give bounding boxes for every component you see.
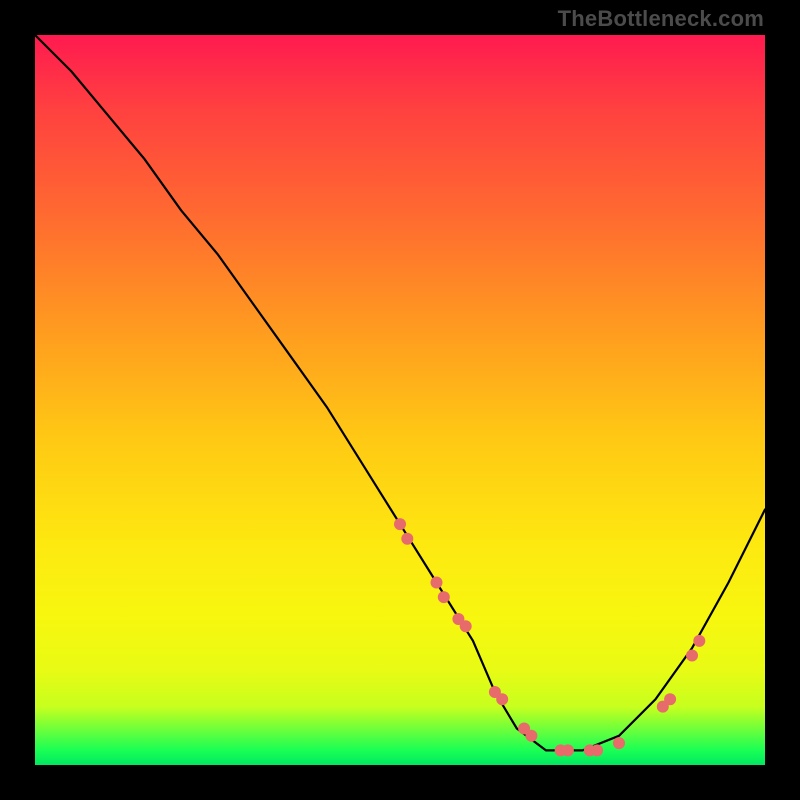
marker-point [591,744,603,756]
marker-point [431,577,443,589]
marker-point [394,518,406,530]
marker-point [562,744,574,756]
marker-point [693,635,705,647]
marker-point [401,533,413,545]
marker-point [686,650,698,662]
marker-point [525,730,537,742]
highlight-points [394,518,705,756]
marker-point [460,620,472,632]
chart-svg [35,35,765,765]
bottleneck-curve [35,35,765,750]
marker-point [613,737,625,749]
watermark-text: TheBottleneck.com [558,6,764,32]
marker-point [438,591,450,603]
marker-point [664,693,676,705]
marker-point [496,693,508,705]
